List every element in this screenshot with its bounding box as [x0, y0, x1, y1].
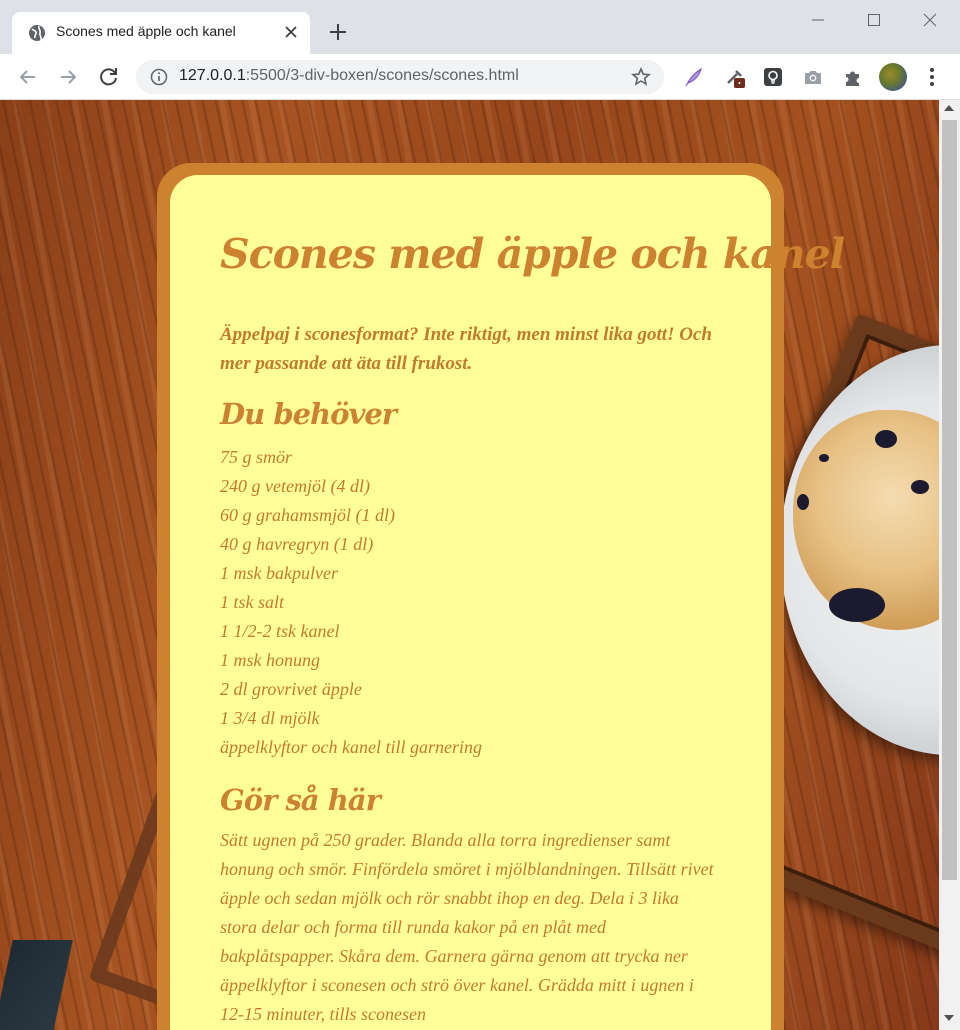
blueberry [875, 430, 897, 448]
recipe-intro: Äppelpaj i sconesformat? Inte riktigt, m… [220, 324, 712, 374]
ingredient-item: 40 g havregryn (1 dl) [220, 534, 374, 554]
info-icon[interactable] [150, 68, 168, 86]
background-cloth [0, 940, 73, 1030]
camera-icon[interactable] [802, 66, 824, 88]
quill-icon[interactable] [682, 66, 704, 88]
new-tab-icon[interactable] [326, 20, 350, 44]
browser-titlebar: Scones med äpple och kanel [0, 0, 960, 54]
browser-tab[interactable]: Scones med äpple och kanel [12, 12, 310, 54]
lightbulb-icon[interactable] [762, 66, 784, 88]
ingredient-item: 60 g grahamsmjöl (1 dl) [220, 505, 395, 525]
recipe-title: Scones med äpple och kanel [220, 230, 845, 278]
ingredient-item: 240 g vetemjöl (4 dl) [220, 476, 370, 496]
scroll-down-arrow-icon[interactable] [944, 1015, 954, 1021]
steps-heading: Gör så här [220, 783, 381, 817]
eyedropper-icon[interactable] [724, 66, 746, 88]
address-bar[interactable]: 127.0.0.1:5500/3-div-boxen/scones/scones… [136, 60, 664, 94]
ingredient-item: 2 dl grovrivet äpple [220, 679, 362, 699]
scroll-up-arrow-icon[interactable] [944, 105, 954, 111]
ingredients-heading: Du behöver [220, 397, 397, 431]
blueberry [911, 480, 929, 494]
url-text[interactable]: 127.0.0.1:5500/3-div-boxen/scones/scones… [179, 67, 519, 85]
bookmark-star-icon[interactable] [631, 67, 651, 87]
kebab-menu-icon[interactable] [922, 65, 942, 89]
ingredient-item: 1 tsk salt [220, 592, 285, 612]
browser-toolbar: 127.0.0.1:5500/3-div-boxen/scones/scones… [0, 54, 960, 100]
page-viewport: Scones med äpple och kanel Äppelpaj i sc… [0, 100, 939, 1030]
globe-icon [29, 25, 45, 41]
maximize-icon[interactable] [860, 8, 888, 32]
ingredient-item: 1 msk bakpulver [220, 563, 338, 583]
scrollbar-thumb[interactable] [942, 120, 957, 880]
recipe-steps: Sätt ugnen på 250 grader. Blanda alla to… [220, 830, 714, 1024]
vertical-scrollbar[interactable] [939, 100, 960, 1030]
ingredient-item: 1 1/2-2 tsk kanel [220, 621, 340, 641]
back-arrow-icon[interactable] [15, 64, 41, 90]
url-host: 127.0.0.1 [179, 67, 246, 84]
ingredient-item: 1 3/4 dl mjölk [220, 708, 320, 728]
ingredient-item: 1 msk honung [220, 650, 320, 670]
ingredient-item: äppelklyftor och kanel till garnering [220, 737, 482, 757]
reload-icon[interactable] [96, 64, 122, 90]
blueberry [829, 588, 885, 622]
tab-title: Scones med äpple och kanel [56, 23, 236, 39]
puzzle-icon[interactable] [842, 66, 864, 88]
ingredient-item: 75 g smör [220, 447, 293, 467]
minimize-icon[interactable] [804, 8, 832, 32]
blueberry [819, 454, 829, 462]
ingredient-list: 75 g smör 240 g vetemjöl (4 dl) 60 g gra… [220, 443, 482, 762]
window-close-icon[interactable] [916, 8, 944, 32]
profile-avatar[interactable] [879, 63, 907, 91]
close-tab-icon[interactable] [282, 23, 300, 41]
blueberry [797, 494, 809, 510]
url-path: :5500/3-div-boxen/scones/scones.html [245, 67, 519, 84]
forward-arrow-icon[interactable] [55, 64, 81, 90]
